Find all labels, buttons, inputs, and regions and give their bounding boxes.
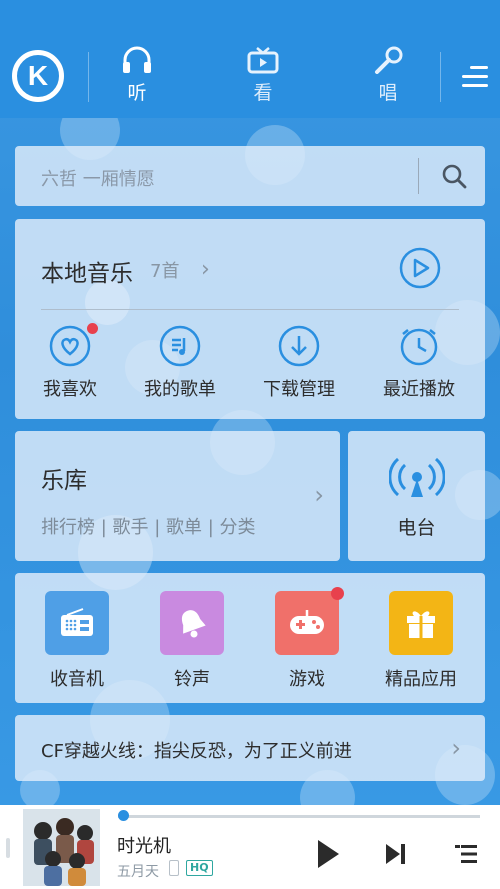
kugou-logo-icon[interactable]: K — [12, 50, 64, 102]
tab-label: 唱 — [378, 82, 398, 104]
local-music-count: 7首 — [150, 261, 180, 282]
library-title: 乐库 — [41, 468, 87, 494]
logo-letter: K — [27, 60, 49, 91]
divider — [41, 309, 459, 310]
next-track-icon[interactable] — [385, 843, 407, 865]
quick-item-label: 我喜欢 — [43, 379, 97, 400]
app-radio[interactable]: 收音机 — [21, 591, 133, 691]
play-icon[interactable] — [316, 839, 340, 869]
music-library-card[interactable]: 乐库 排行榜 | 歌手 | 歌单 | 分类 › — [15, 431, 340, 561]
playlist-icon — [159, 325, 201, 367]
radio-icon — [45, 591, 109, 655]
nav-divider — [88, 52, 89, 102]
download-icon — [278, 325, 320, 367]
search-divider — [418, 158, 419, 194]
app-ringtone[interactable]: 铃声 — [136, 591, 248, 691]
search-placeholder[interactable]: 六哲 一厢情愿 — [41, 165, 155, 191]
progress-knob[interactable] — [118, 810, 129, 821]
top-nav-bar: K 听 看 唱 — [0, 0, 500, 118]
chevron-right-icon: › — [314, 481, 324, 509]
quick-item-label: 最近播放 — [383, 379, 455, 400]
notification-badge — [331, 587, 344, 600]
promo-banner[interactable]: CF穿越火线：指尖反恐，为了正义前进 › — [15, 715, 485, 781]
notification-badge — [87, 323, 98, 334]
nav-divider — [440, 52, 441, 102]
drag-handle[interactable] — [6, 838, 10, 858]
app-label: 铃声 — [174, 669, 210, 690]
hamburger-menu-icon[interactable] — [462, 66, 488, 88]
app-label: 游戏 — [289, 669, 325, 690]
library-subtitle: 排行榜 | 歌手 | 歌单 | 分类 — [41, 517, 256, 538]
bell-icon — [160, 591, 224, 655]
quality-badge: HQ — [186, 860, 213, 876]
app-featured-apps[interactable]: 精品应用 — [365, 591, 477, 691]
chevron-right-icon: › — [451, 734, 461, 762]
mini-player[interactable]: 时光机 五月天 HQ — [0, 805, 500, 889]
quick-item-favorites[interactable]: 我喜欢 — [20, 323, 120, 401]
local-music-title: 本地音乐 — [41, 261, 133, 287]
chevron-right-icon: › — [201, 257, 210, 282]
heart-icon — [49, 325, 91, 367]
tab-label: 看 — [253, 82, 273, 104]
tab-sing[interactable]: 唱 — [358, 46, 418, 110]
gamepad-icon — [275, 591, 339, 655]
tab-label: 听 — [127, 82, 147, 104]
broadcast-icon — [389, 457, 445, 497]
gift-icon — [389, 591, 453, 655]
quick-item-label: 下载管理 — [263, 379, 335, 400]
radio-label: 电台 — [397, 517, 436, 539]
song-title: 时光机 — [117, 836, 171, 857]
clock-icon — [400, 328, 438, 366]
app-games[interactable]: 游戏 — [251, 587, 363, 691]
album-cover[interactable] — [23, 809, 100, 886]
search-bar[interactable]: 六哲 一厢情愿 — [15, 146, 485, 206]
play-circle-icon[interactable] — [399, 247, 441, 289]
playlist-queue-icon[interactable] — [455, 844, 477, 864]
app-label: 收音机 — [50, 669, 104, 690]
tab-watch[interactable]: 看 — [233, 46, 293, 110]
tv-icon — [247, 47, 279, 74]
local-music-card[interactable]: 本地音乐 7首 › 我喜欢 我的歌单 下载管理 最近播放 — [15, 219, 485, 419]
quick-item-my-playlists[interactable]: 我的歌单 — [130, 325, 230, 401]
radio-station-card[interactable]: 电台 — [348, 431, 485, 561]
tab-listen[interactable]: 听 — [107, 46, 167, 110]
headphones-icon — [123, 46, 151, 73]
quick-item-label: 我的歌单 — [144, 379, 216, 400]
app-label: 精品应用 — [385, 669, 457, 690]
quick-item-downloads[interactable]: 下载管理 — [249, 325, 349, 401]
artist-name: 五月天 — [117, 864, 159, 880]
progress-track[interactable] — [118, 815, 480, 818]
search-icon[interactable] — [441, 163, 467, 189]
banner-text: CF穿越火线：指尖反恐，为了正义前进 — [41, 741, 352, 762]
phone-icon — [169, 860, 179, 876]
microphone-icon — [375, 46, 403, 74]
apps-card: 收音机 铃声 游戏 精品应用 — [15, 573, 485, 703]
quick-item-recent[interactable]: 最近播放 — [369, 325, 469, 401]
